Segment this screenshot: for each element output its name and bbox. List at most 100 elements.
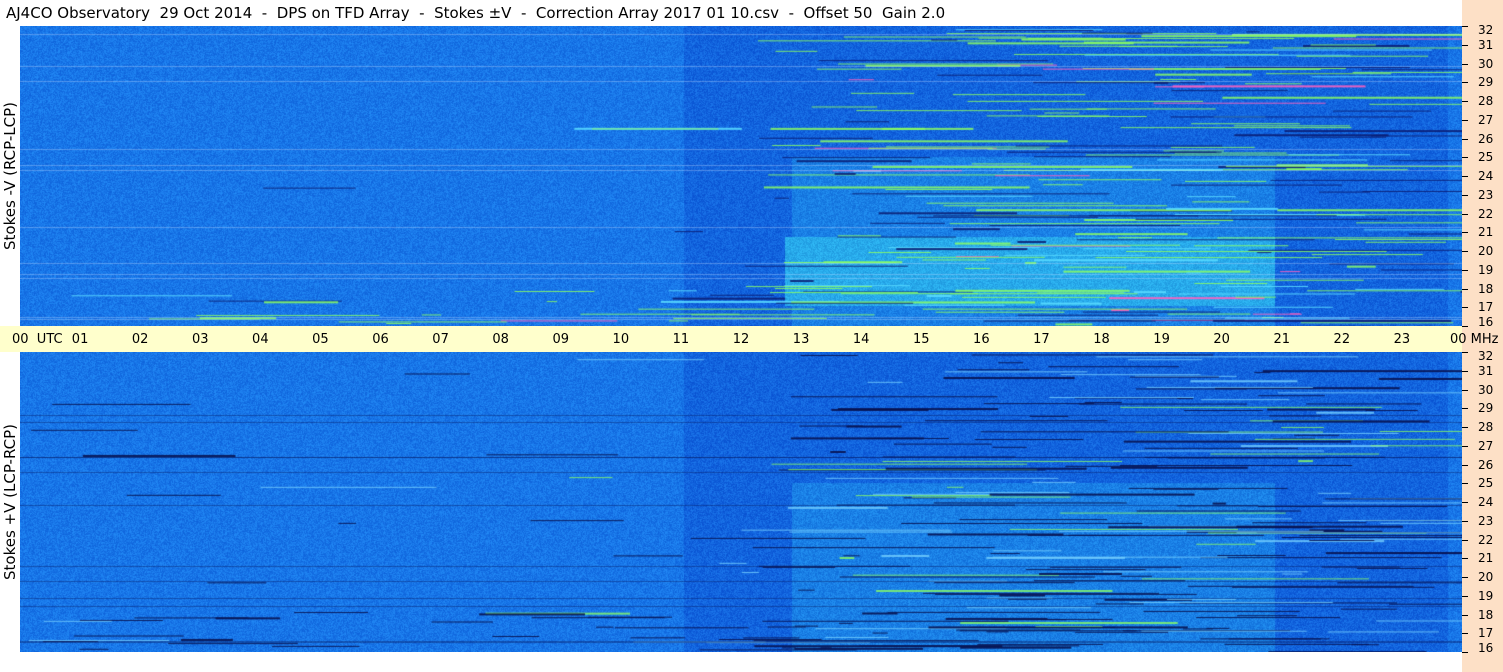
frequency-tick-label: 19 [1478, 588, 1494, 603]
frequency-tick-mark [1462, 82, 1468, 84]
utc-tick-label: 12 [732, 332, 750, 347]
frequency-tick-label: 29 [1478, 75, 1494, 90]
frequency-tick-label: 27 [1478, 438, 1494, 453]
top-ylabel-text: Stokes -V (RCP-LCP) [1, 102, 19, 250]
utc-tick-label: 18 [1093, 332, 1110, 347]
bottom-ylabel-text: Stokes +V (LCP-RCP) [1, 424, 19, 580]
frequency-tick-mark [1462, 288, 1468, 290]
frequency-tick-label: 32 [1478, 349, 1494, 363]
frequency-tick-mark [1462, 520, 1468, 522]
utc-tick-label: 04 [252, 332, 269, 347]
frequency-tick-label: 26 [1478, 457, 1494, 472]
frequency-tick-label: 30 [1478, 56, 1494, 71]
frequency-tick-label: 28 [1478, 94, 1494, 108]
frequency-tick-label: 23 [1478, 513, 1494, 528]
chart-title: AJ4CO Observatory 29 Oct 2014 - DPS on T… [0, 0, 1462, 26]
frequency-tick-mark [1462, 326, 1468, 327]
frequency-tick-mark [1462, 595, 1468, 597]
frequency-tick-mark [1462, 408, 1468, 410]
frequency-tick-label: 17 [1478, 626, 1494, 641]
frequency-tick-label: 30 [1478, 382, 1494, 397]
utc-tick-label: 01 [71, 332, 89, 347]
frequency-tick-mark [1462, 176, 1468, 177]
utc-tick-label: 11 [672, 332, 690, 347]
frequency-tick-mark [1462, 633, 1468, 635]
utc-tick-label: 21 [1273, 332, 1291, 347]
frequency-tick-label: 31 [1478, 37, 1494, 52]
frequency-tick-label: 18 [1478, 281, 1494, 296]
frequency-tick-mark [1462, 558, 1468, 560]
frequency-tick-mark [1462, 352, 1468, 353]
frequency-tick-mark [1462, 44, 1468, 46]
frequency-tick-mark [1462, 194, 1468, 196]
frequency-tick-label: 25 [1478, 476, 1494, 491]
frequency-tick-mark [1462, 157, 1468, 159]
frequency-tick-label: 17 [1478, 300, 1494, 315]
frequency-tick-mark [1462, 63, 1468, 65]
frequency-tick-label: 29 [1478, 401, 1494, 416]
frequency-tick-mark [1462, 26, 1468, 27]
frequency-tick-label: 24 [1478, 495, 1494, 509]
utc-tick-label: 19 [1153, 332, 1170, 347]
frequency-tick-label: 28 [1478, 420, 1494, 434]
frequency-tick-mark [1462, 232, 1468, 234]
frequency-tick-mark [1462, 307, 1468, 309]
frequency-tick-label: 25 [1478, 150, 1494, 165]
frequency-tick-label: 27 [1478, 112, 1494, 127]
frequency-tick-label: 21 [1478, 225, 1494, 240]
utc-tick-label: 14 [852, 332, 870, 347]
utc-tick-label: 00 MHz [1450, 332, 1499, 347]
frequency-tick-label: 20 [1478, 570, 1494, 584]
frequency-tick-label: 22 [1478, 532, 1494, 547]
frequency-tick-mark [1462, 539, 1468, 541]
frequency-tick-label: 26 [1478, 131, 1494, 146]
utc-tick-label: 23 [1393, 332, 1411, 347]
frequency-tick-mark [1462, 370, 1468, 372]
frequency-tick-mark [1462, 464, 1468, 466]
spectrogram-top-panel [20, 26, 1462, 326]
frequency-tick-mark [1462, 119, 1468, 121]
frequency-tick-mark [1462, 427, 1468, 428]
utc-tick-label: 05 [312, 332, 329, 347]
frequency-tick-mark [1462, 483, 1468, 485]
utc-tick-label: 00 UTC [12, 332, 63, 347]
frequency-tick-mark [1462, 502, 1468, 503]
frequency-tick-label: 16 [1478, 315, 1494, 329]
frequency-tick-mark [1462, 101, 1468, 102]
frequency-tick-label: 23 [1478, 187, 1494, 202]
frequency-tick-mark [1462, 614, 1468, 616]
frequency-tick-mark [1462, 445, 1468, 447]
frequency-tick-mark [1462, 251, 1468, 252]
bottom-margin [0, 652, 1462, 672]
frequency-tick-label: 19 [1478, 262, 1494, 277]
utc-tick-label: 20 [1213, 332, 1230, 347]
utc-tick-label: 03 [191, 332, 209, 347]
frequency-tick-mark [1462, 652, 1468, 653]
bottom-panel-ylabel: Stokes +V (LCP-RCP) [0, 352, 20, 652]
utc-tick-label: 02 [131, 332, 149, 347]
utc-tick-label: 06 [372, 332, 389, 347]
utc-tick-label: 17 [1033, 332, 1050, 347]
utc-tick-label: 13 [792, 332, 810, 347]
top-panel-ylabel: Stokes -V (RCP-LCP) [0, 26, 20, 326]
frequency-tick-label: 16 [1478, 641, 1494, 655]
frequency-tick-mark [1462, 138, 1468, 140]
frequency-tick-mark [1462, 389, 1468, 391]
frequency-tick-label: 21 [1478, 551, 1494, 566]
spectrogram-bottom-panel [20, 352, 1462, 652]
utc-tick-label: 09 [552, 332, 570, 347]
frequency-tick-label: 31 [1478, 363, 1494, 378]
frequency-tick-mark [1462, 213, 1468, 215]
frequency-tick-label: 24 [1478, 169, 1494, 183]
frequency-tick-mark [1462, 269, 1468, 271]
frequency-tick-label: 22 [1478, 206, 1494, 221]
utc-tick-label: 07 [432, 332, 449, 347]
frequency-tick-mark [1462, 577, 1468, 578]
utc-tick-label: 16 [973, 332, 990, 347]
frequency-tick-label: 32 [1478, 23, 1494, 37]
frequency-tick-label: 18 [1478, 607, 1494, 622]
utc-tick-label: 10 [612, 332, 630, 347]
frequency-tick-label: 20 [1478, 244, 1494, 258]
utc-tick-label: 08 [492, 332, 509, 347]
utc-tick-label: 22 [1333, 332, 1351, 347]
